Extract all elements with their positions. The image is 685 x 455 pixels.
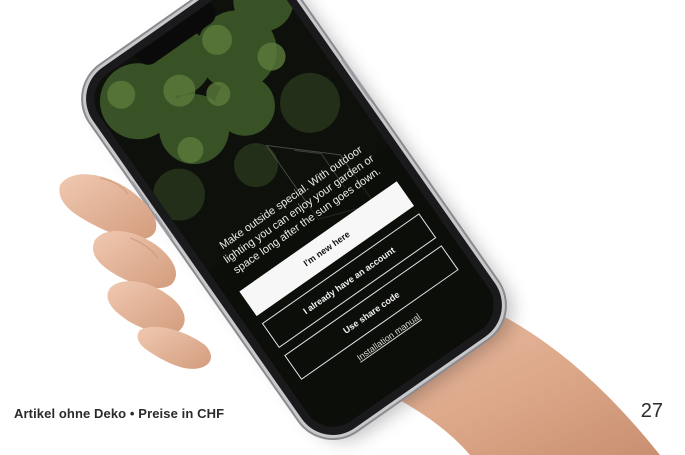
photo-stage: Make outside special. With outdoor light… [0, 0, 685, 455]
page-number: 27 [640, 400, 663, 422]
caption-text: Artikel ohne Deko • Preise in CHF [14, 406, 225, 421]
